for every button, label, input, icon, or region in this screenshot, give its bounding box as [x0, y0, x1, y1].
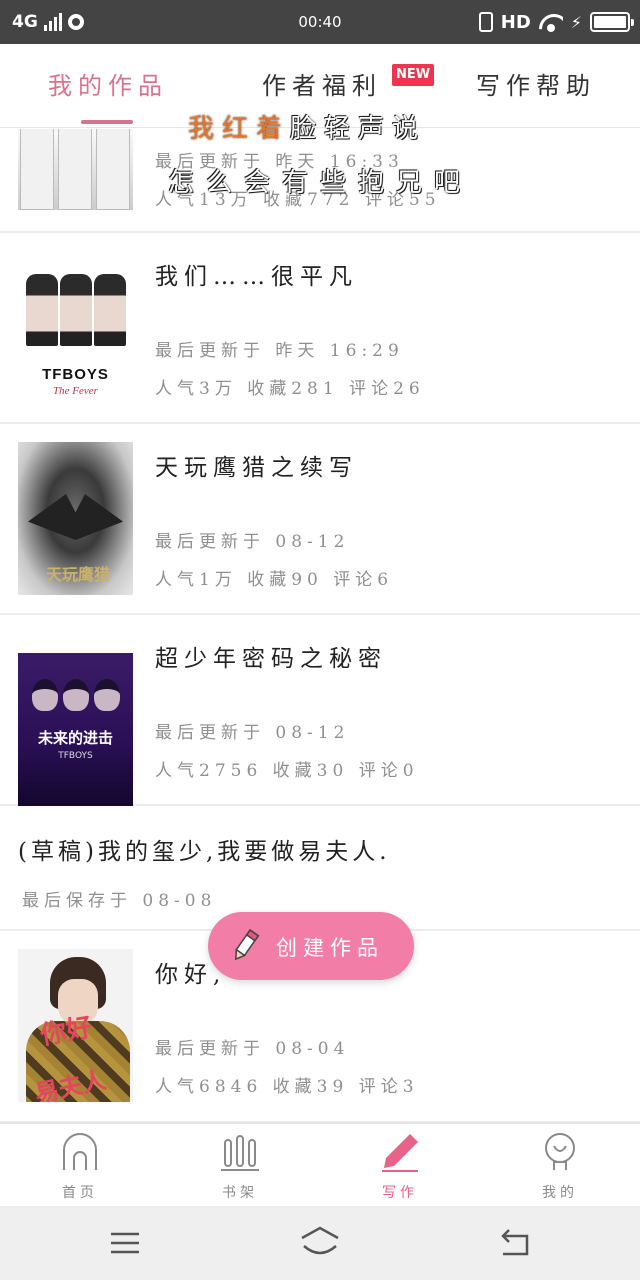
bookshelf-icon [221, 1135, 259, 1171]
work-cover: TFBOYS The Fever [18, 252, 133, 405]
active-tab-indicator [81, 120, 133, 124]
work-stats: 人气2756 收藏30 评论0 [155, 761, 419, 781]
nav-bookshelf[interactable]: 书架 [160, 1124, 320, 1208]
tab-my-works[interactable]: 我的作品 [48, 66, 168, 101]
work-stats: 人气3万 收藏281 评论26 [155, 379, 425, 399]
cover-text: 未来的进击 [37, 729, 113, 747]
work-item[interactable]: 天玩鹰猎 天玩鹰猎之续写 最后更新于 08-12 人气1万 收藏90 评论6 [0, 424, 640, 615]
pencil-icon [382, 1134, 418, 1172]
work-updated: 最后更新于 08-04 [155, 1039, 350, 1059]
status-right: HD ⚡ [478, 9, 634, 35]
status-bar: 4G 00:40 HD ⚡ [0, 0, 640, 44]
work-cover: 天玩鹰猎 [18, 442, 133, 595]
nav-write[interactable]: 写作 [320, 1124, 480, 1208]
work-title: 天玩鹰猎之续写 [155, 455, 358, 481]
work-updated: 最后更新于 08-12 [155, 723, 350, 743]
nav-profile[interactable]: 我的 [480, 1124, 640, 1208]
back-icon[interactable] [497, 1226, 533, 1260]
overlay-text-line2: 怎么会有些抱兄吧 [168, 168, 473, 198]
charging-icon: ⚡ [570, 12, 582, 32]
tab-writing-help[interactable]: 写作帮助 [476, 66, 596, 101]
hd-indicator: HD [500, 11, 531, 33]
nav-profile-label: 我的 [542, 1185, 578, 1201]
system-nav [0, 1206, 640, 1280]
bottom-nav: 首页 书架 写作 我的 [0, 1122, 640, 1206]
draft-title: (草稿)我的玺少,我要做易夫人. [18, 839, 391, 865]
work-cover: 未来的进击 TFBOYS [18, 653, 133, 806]
work-item[interactable]: TFBOYS The Fever 我们……很平凡 最后更新于 昨天 16:29 … [0, 233, 640, 424]
pencil-icon [235, 928, 260, 961]
work-stats: 人气6846 收藏39 评论3 [155, 1077, 419, 1097]
cover-subtitle: The Fever [53, 385, 98, 397]
work-updated: 最后更新于 昨天 16:29 [155, 341, 404, 361]
nav-write-label: 写作 [382, 1185, 418, 1201]
cover-subtitle: TFBOYS [58, 751, 93, 761]
overlay-text-line1: 我红着脸轻声说 [188, 108, 426, 145]
cover-brand: TFBOYS [42, 366, 109, 383]
home-icon[interactable] [298, 1226, 342, 1260]
battery-icon [590, 12, 634, 32]
tab-author-benefits[interactable]: 作者福利 [262, 66, 382, 101]
work-stats: 人气1万 收藏90 评论6 [155, 570, 394, 590]
nav-home[interactable]: 首页 [0, 1124, 160, 1208]
nav-home-label: 首页 [62, 1185, 98, 1201]
work-title: 超少年密码之秘密 [155, 646, 387, 672]
menu-icon[interactable] [107, 1226, 143, 1260]
home-icon [63, 1133, 97, 1170]
profile-icon [545, 1133, 575, 1170]
work-cover: 你好 易夫人 [18, 949, 133, 1102]
wifi-icon [539, 12, 563, 32]
new-badge: NEW [392, 64, 434, 86]
work-cover [18, 129, 133, 210]
overlay-highlight: 我红着 [188, 114, 291, 144]
work-updated: 最后更新于 08-12 [155, 532, 350, 552]
work-title: 我们……很平凡 [155, 264, 358, 290]
nav-bookshelf-label: 书架 [222, 1185, 258, 1201]
create-work-label: 创建作品 [276, 936, 384, 960]
create-work-button[interactable]: 创建作品 [208, 912, 414, 980]
draft-saved: 最后保存于 08-08 [22, 891, 217, 911]
vibrate-icon [478, 12, 493, 32]
work-item[interactable]: 未来的进击 TFBOYS 超少年密码之秘密 最后更新于 08-12 人气2756… [0, 615, 640, 806]
overlay-rest: 脸轻声说 [290, 114, 427, 144]
